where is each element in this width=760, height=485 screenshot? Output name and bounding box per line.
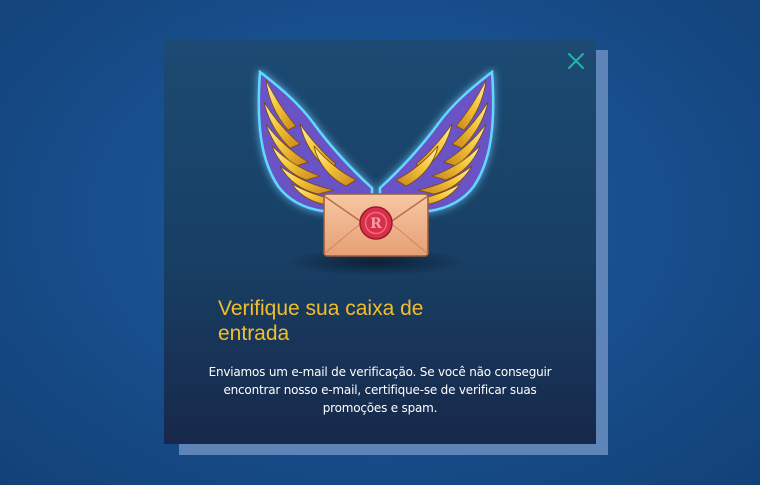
right-wing-icon <box>378 69 495 214</box>
winged-envelope-icon: R <box>257 69 495 276</box>
svg-text:R: R <box>370 216 382 232</box>
dialog-title: Verifique sua caixa de entrada <box>218 297 424 345</box>
verify-email-dialog: R Verifique sua caixa de entrada Enviamo… <box>164 40 596 444</box>
left-wing-icon <box>257 69 374 214</box>
dialog-message: Enviamos um e-mail de verificação. Se vo… <box>208 365 552 415</box>
envelope-icon: R <box>323 193 429 257</box>
wax-seal-icon: R <box>359 206 393 240</box>
close-icon <box>568 53 584 69</box>
close-button[interactable] <box>566 51 586 71</box>
